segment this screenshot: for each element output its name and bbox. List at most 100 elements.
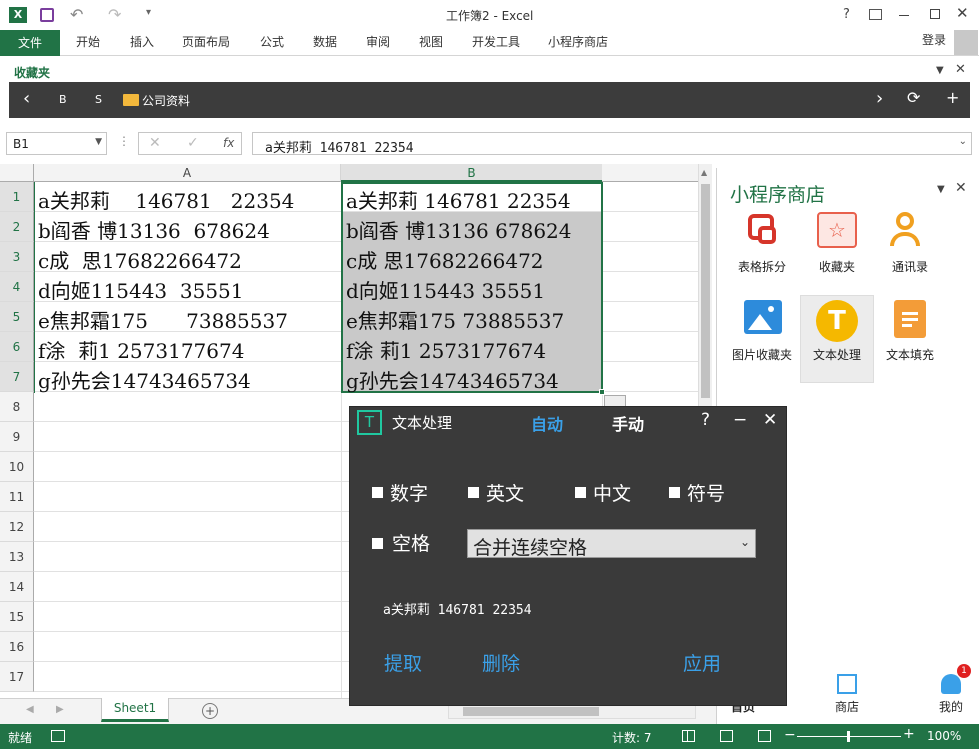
save-icon[interactable] xyxy=(40,8,54,22)
app-contacts[interactable]: 通讯录 xyxy=(874,208,946,294)
normal-view-icon[interactable] xyxy=(682,730,695,742)
app-text-fill[interactable]: 文本填充 xyxy=(874,296,946,382)
zoom-slider-thumb[interactable] xyxy=(847,731,850,742)
row-header[interactable]: 15 xyxy=(0,602,34,632)
tab-home[interactable]: 开始 xyxy=(76,33,100,50)
zoom-in-icon[interactable]: + xyxy=(903,726,915,742)
prev-sheet-icon[interactable]: ◀ xyxy=(26,704,34,715)
customize-qat-icon[interactable]: ▾ xyxy=(146,7,151,18)
checkbox-chinese[interactable] xyxy=(575,487,586,498)
macro-record-icon[interactable] xyxy=(51,730,65,742)
nav-store[interactable]: 商店 xyxy=(827,674,867,715)
row-header[interactable]: 2 xyxy=(0,212,34,242)
extract-button[interactable]: 提取 xyxy=(384,649,422,676)
row-header[interactable]: 14 xyxy=(0,572,34,602)
undo-icon[interactable]: ↶ xyxy=(70,5,83,24)
nav-mine[interactable]: 1 我的 xyxy=(933,664,971,715)
fx-icon[interactable]: fx xyxy=(223,136,234,150)
checkbox-space[interactable] xyxy=(372,538,383,549)
row-header[interactable]: 4 xyxy=(0,272,34,302)
cell-a6[interactable]: f涂 莉1 2573177674 xyxy=(38,335,244,364)
row-header[interactable]: 9 xyxy=(0,422,34,452)
column-header-c[interactable] xyxy=(602,164,698,182)
favorite-b[interactable]: B xyxy=(59,93,67,106)
signin-link[interactable]: 登录 xyxy=(922,31,946,48)
redo-icon[interactable]: ↷ xyxy=(108,5,121,24)
chevron-down-icon[interactable]: ▼ xyxy=(95,137,102,147)
cell-a5[interactable]: e焦邦霜175 73885537 xyxy=(38,305,288,334)
cell-a4[interactable]: d向姬115443 35551 xyxy=(38,275,244,304)
cell-a2[interactable]: b阎香 博13136 678624 xyxy=(38,215,270,244)
select-all-corner[interactable] xyxy=(0,164,34,182)
name-box[interactable]: B1 ▼ xyxy=(6,132,107,155)
cell-b2[interactable]: b阎香 博13136 678624 xyxy=(346,215,572,244)
app-table-split[interactable]: 表格拆分 xyxy=(726,208,798,294)
row-header[interactable]: 1 xyxy=(0,182,34,212)
app-favorites[interactable]: ☆ 收藏夹 xyxy=(801,208,873,294)
column-header-a[interactable]: A xyxy=(34,164,341,182)
panel-dropdown-icon[interactable]: ▼ xyxy=(937,184,945,195)
app-image-favorites[interactable]: 图片收藏夹 xyxy=(726,296,798,382)
add-favorite-icon[interactable]: + xyxy=(946,88,959,107)
dialog-minimize-button[interactable]: − xyxy=(733,410,747,430)
forward-icon[interactable]: › xyxy=(876,88,883,109)
tab-formulas[interactable]: 公式 xyxy=(260,33,284,50)
next-sheet-icon[interactable]: ▶ xyxy=(56,704,64,715)
delete-button[interactable]: 删除 xyxy=(482,649,520,676)
column-header-b[interactable]: B xyxy=(341,164,602,182)
tab-file[interactable]: 文件 xyxy=(0,30,60,56)
tab-insert[interactable]: 插入 xyxy=(130,33,154,50)
sheet-tab-sheet1[interactable]: Sheet1 xyxy=(101,698,169,722)
row-header[interactable]: 17 xyxy=(0,662,34,692)
close-window-icon[interactable]: ✕ xyxy=(956,4,969,22)
refresh-icon[interactable]: ⟳ xyxy=(907,88,920,107)
folder-company-data[interactable]: 公司资料 xyxy=(142,92,190,109)
dialog-close-button[interactable]: ✕ xyxy=(763,410,777,430)
tab-mini-store[interactable]: 小程序商店 xyxy=(548,33,608,50)
formula-input[interactable]: a关邦莉 146781 22354 ⌄ xyxy=(252,132,972,156)
tab-review[interactable]: 审阅 xyxy=(366,33,390,50)
app-text-processing[interactable]: T 文本处理 xyxy=(800,295,874,383)
favorites-close-icon[interactable]: ✕ xyxy=(955,62,966,77)
cancel-icon[interactable]: ✕ ✓ fx xyxy=(138,132,242,155)
space-mode-select[interactable]: 合并连续空格 ⌄ xyxy=(467,529,756,559)
zoom-level[interactable]: 100% xyxy=(927,729,961,743)
page-break-view-icon[interactable] xyxy=(758,730,771,742)
row-header[interactable]: 6 xyxy=(0,332,34,362)
row-header[interactable]: 7 xyxy=(0,362,34,392)
zoom-out-icon[interactable]: − xyxy=(784,727,796,743)
row-header[interactable]: 3 xyxy=(0,242,34,272)
dialog-help-button[interactable]: ? xyxy=(701,410,710,430)
tab-auto[interactable]: 自动 xyxy=(531,411,563,435)
tab-manual[interactable]: 手动 xyxy=(612,411,644,435)
tab-view[interactable]: 视图 xyxy=(419,33,443,50)
favorite-s[interactable]: S xyxy=(95,93,102,106)
ribbon-display-icon[interactable] xyxy=(869,9,882,20)
cell-b7[interactable]: g孙先会14743465734 xyxy=(346,365,559,394)
vertical-scroll-thumb[interactable] xyxy=(701,184,710,398)
cell-b5[interactable]: e焦邦霜175 73885537 xyxy=(346,305,564,334)
row-header[interactable]: 16 xyxy=(0,632,34,662)
apply-button[interactable]: 应用 xyxy=(683,649,721,676)
tab-page-layout[interactable]: 页面布局 xyxy=(182,33,230,50)
row-header[interactable]: 5 xyxy=(0,302,34,332)
maximize-icon[interactable] xyxy=(930,9,940,19)
cell-b3[interactable]: c成 思17682266472 xyxy=(346,245,544,274)
tab-data[interactable]: 数据 xyxy=(313,33,337,50)
page-layout-view-icon[interactable] xyxy=(720,730,733,742)
row-header[interactable]: 13 xyxy=(0,542,34,572)
back-icon[interactable]: ‹ xyxy=(23,88,30,109)
tab-developer[interactable]: 开发工具 xyxy=(472,33,520,50)
enter-icon[interactable]: ✓ xyxy=(187,135,199,151)
avatar[interactable] xyxy=(954,30,978,55)
minimize-icon[interactable] xyxy=(899,15,909,16)
chevron-down-icon[interactable]: ⌄ xyxy=(740,535,750,549)
cell-b4[interactable]: d向姬115443 35551 xyxy=(346,275,545,304)
panel-close-icon[interactable]: ✕ xyxy=(955,180,967,196)
horizontal-scroll-thumb[interactable] xyxy=(463,707,599,716)
row-header[interactable]: 10 xyxy=(0,452,34,482)
cell-a7[interactable]: g孙先会14743465734 xyxy=(38,365,251,394)
row-header[interactable]: 12 xyxy=(0,512,34,542)
cell-a3[interactable]: c成 思17682266472 xyxy=(38,245,242,274)
cell-b1[interactable]: a关邦莉 146781 22354 xyxy=(346,185,571,214)
